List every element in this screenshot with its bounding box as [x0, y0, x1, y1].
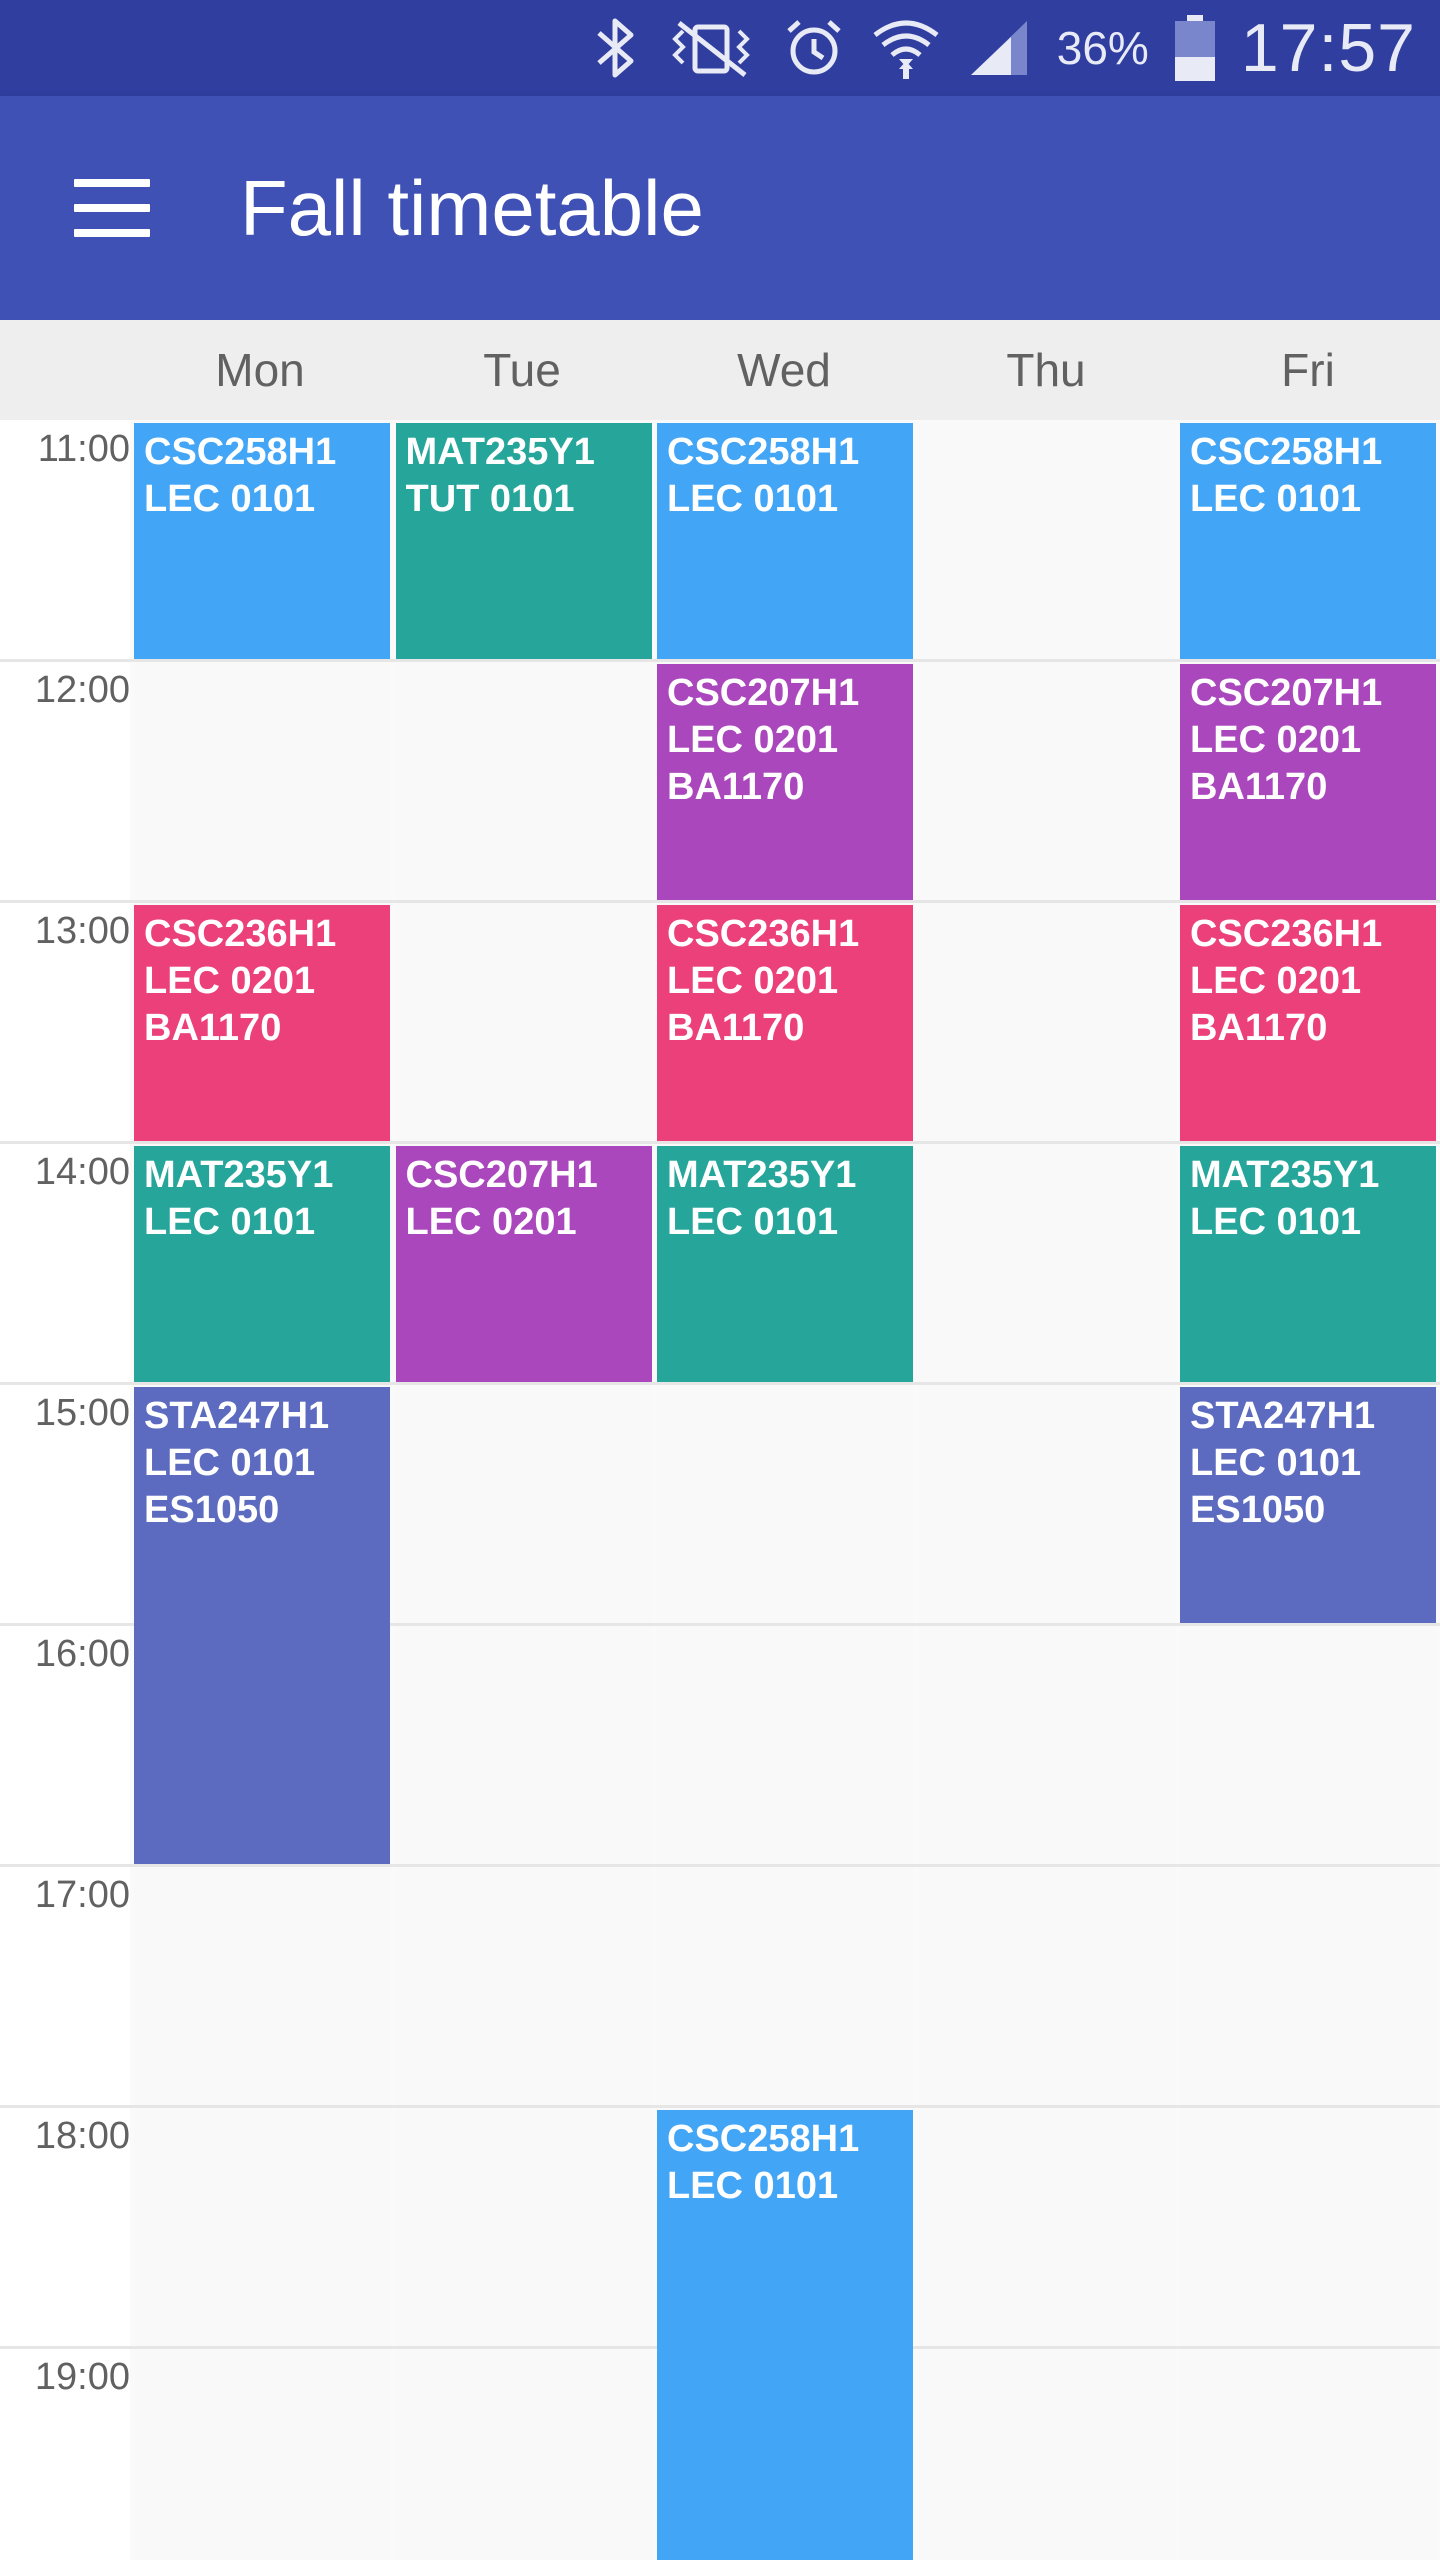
event-section: LEC 0101 [667, 478, 839, 520]
hour-label: 11:00 [37, 428, 130, 470]
event-course: CSC258H1 [1190, 431, 1383, 473]
day-header-wed: Wed [737, 344, 831, 396]
wifi-icon [871, 15, 941, 81]
event-section: LEC 0101 [1190, 1442, 1362, 1484]
menu-button[interactable] [56, 164, 168, 252]
hour-label: 14:00 [34, 1151, 130, 1193]
event-section: LEC 0101 [144, 478, 316, 520]
event-csc258h1-wed[interactable]: CSC258H1 LEC 0101 [657, 423, 913, 659]
event-section: LEC 0101 [144, 1442, 316, 1484]
event-section: LEC 0201 [667, 719, 839, 761]
clock: 17:57 [1240, 10, 1416, 86]
event-mat235y1-fri[interactable]: MAT235Y1 LEC 0101 [1180, 1146, 1436, 1382]
event-csc236h1-fri[interactable]: CSC236H1 LEC 0201 BA1170 [1180, 905, 1436, 1141]
event-room: BA1170 [144, 1007, 282, 1049]
event-mat235y1-tue[interactable]: MAT235Y1 TUT 0101 [395, 423, 652, 659]
event-room: BA1170 [1190, 1007, 1328, 1049]
event-course: CSC258H1 [667, 2118, 860, 2160]
event-course: MAT235Y1 [667, 1154, 857, 1196]
event-course: STA247H1 [1190, 1395, 1376, 1437]
event-course: STA247H1 [144, 1395, 330, 1437]
event-course: MAT235Y1 [405, 431, 595, 473]
event-course: CSC207H1 [667, 672, 860, 714]
hour-label: 16:00 [34, 1633, 130, 1675]
event-csc207h1-tue[interactable]: CSC207H1 LEC 0201 [395, 1146, 652, 1382]
day-header-mon: Mon [215, 344, 305, 396]
hour-divider [0, 1382, 1440, 1385]
event-course: CSC236H1 [667, 913, 860, 955]
event-course: MAT235Y1 [1190, 1154, 1380, 1196]
hour-divider [0, 2105, 1440, 2108]
alarm-icon [783, 17, 845, 79]
hour-divider [0, 1141, 1440, 1144]
event-section: LEC 0101 [667, 2165, 839, 2207]
day-header: Mon Tue Wed Thu Fri [0, 320, 1440, 420]
day-column-thu [918, 420, 1175, 2560]
hour-label: 15:00 [34, 1392, 130, 1434]
status-icons: 36% 17:57 [593, 0, 1416, 96]
signal-icon [967, 17, 1031, 79]
event-csc258h1-fri[interactable]: CSC258H1 LEC 0101 [1180, 423, 1436, 659]
event-sta247h1-mon[interactable]: STA247H1 LEC 0101 ES1050 [134, 1387, 390, 1864]
hour-label: 18:00 [34, 2115, 130, 2157]
day-header-tue: Tue [483, 344, 561, 396]
event-course: CSC236H1 [1190, 913, 1383, 955]
time-column [0, 420, 130, 2560]
event-section: LEC 0201 [1190, 719, 1362, 761]
event-csc236h1-wed[interactable]: CSC236H1 LEC 0201 BA1170 [657, 905, 913, 1141]
battery-percent: 36% [1056, 22, 1149, 74]
event-section: LEC 0101 [667, 1201, 839, 1243]
event-room: ES1050 [144, 1489, 280, 1531]
hour-divider [0, 1864, 1440, 1867]
event-section: LEC 0101 [1190, 1201, 1362, 1243]
hour-label: 13:00 [34, 910, 130, 952]
event-course: CSC258H1 [667, 431, 860, 473]
status-bar: 36% 17:57 [0, 0, 1440, 96]
event-section: LEC 0201 [667, 960, 839, 1002]
event-sta247h1-fri[interactable]: STA247H1 LEC 0101 ES1050 [1180, 1387, 1436, 1623]
event-csc207h1-fri[interactable]: CSC207H1 LEC 0201 BA1170 [1180, 664, 1436, 900]
hour-divider [0, 659, 1440, 662]
bluetooth-icon [593, 17, 639, 79]
event-section: LEC 0101 [1190, 478, 1362, 520]
event-course: CSC236H1 [144, 913, 337, 955]
day-header-fri: Fri [1281, 344, 1335, 396]
event-section: TUT 0101 [405, 478, 575, 520]
day-column-tue [395, 420, 652, 2560]
event-room: ES1050 [1190, 1489, 1326, 1531]
event-csc258h1-mon[interactable]: CSC258H1 LEC 0101 [134, 423, 390, 659]
event-csc236h1-mon[interactable]: CSC236H1 LEC 0201 BA1170 [134, 905, 390, 1141]
hour-divider [0, 900, 1440, 903]
event-section: LEC 0201 [144, 960, 316, 1002]
event-csc207h1-wed[interactable]: CSC207H1 LEC 0201 BA1170 [657, 664, 913, 900]
event-csc258h1-wed[interactable]: CSC258H1 LEC 0101 [657, 2110, 913, 2560]
timetable-grid: 11:00 12:00 13:00 14:00 15:00 16:00 17:00 18:00… [0, 420, 1440, 2560]
app-bar: Fall timetable [0, 96, 1440, 320]
page-title: Fall timetable [240, 164, 704, 252]
event-course: CSC207H1 [1190, 672, 1383, 714]
event-course: CSC258H1 [144, 431, 337, 473]
hour-label: 19:00 [34, 2356, 130, 2398]
event-room: BA1170 [1190, 766, 1328, 808]
event-course: CSC207H1 [405, 1154, 598, 1196]
event-room: BA1170 [667, 766, 805, 808]
event-mat235y1-wed[interactable]: MAT235Y1 LEC 0101 [657, 1146, 913, 1382]
event-course: MAT235Y1 [144, 1154, 334, 1196]
day-header-thu: Thu [1006, 344, 1086, 396]
battery-icon [1174, 15, 1215, 81]
hour-label: 12:00 [34, 669, 130, 711]
event-section: LEC 0101 [144, 1201, 316, 1243]
event-mat235y1-mon[interactable]: MAT235Y1 LEC 0101 [134, 1146, 390, 1382]
menu-icon [74, 179, 150, 187]
event-room: BA1170 [667, 1007, 805, 1049]
event-section: LEC 0201 [1190, 960, 1362, 1002]
hour-label: 17:00 [34, 1874, 130, 1916]
event-section: LEC 0201 [405, 1201, 577, 1243]
vibrate-icon [665, 17, 757, 79]
